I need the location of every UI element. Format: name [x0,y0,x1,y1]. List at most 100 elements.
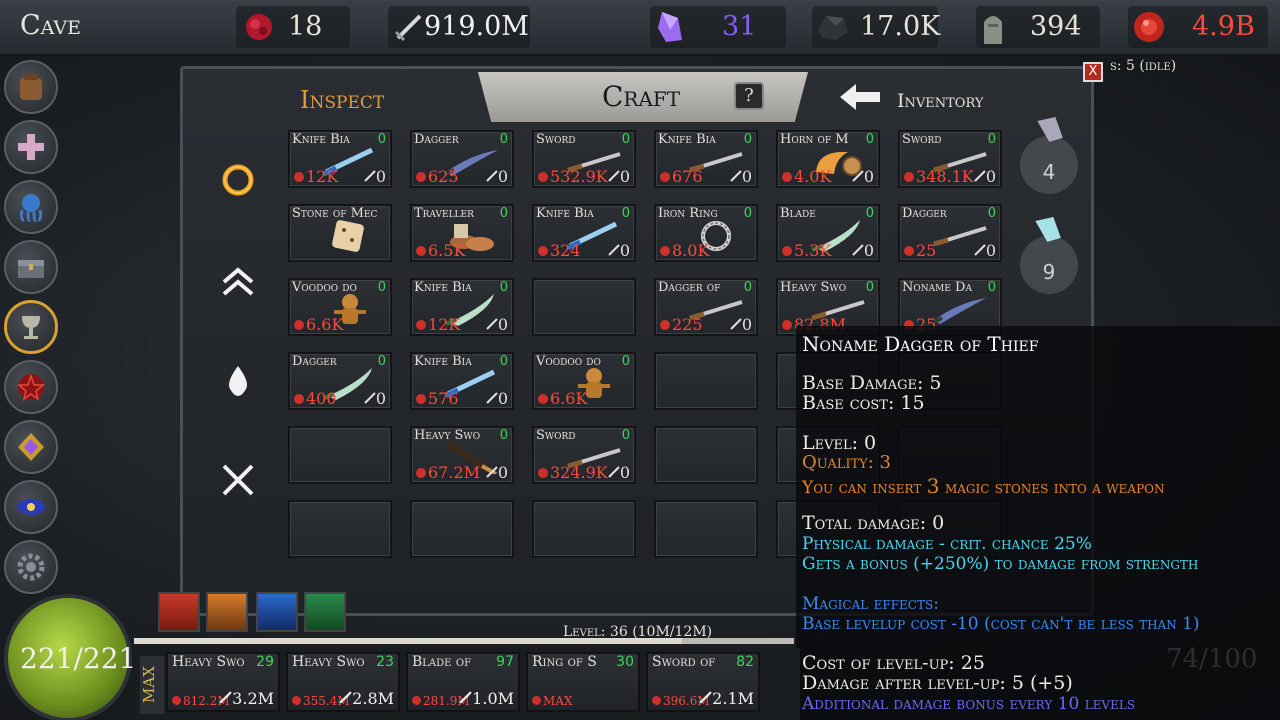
slot-item-name: Voodoo do [292,280,357,295]
slot-item-cost: 4.0K [782,167,831,186]
craft-slot[interactable]: Dagger 0 400 0 [288,352,392,410]
sidebar-item-settings[interactable] [4,540,58,594]
empty-craft-slot[interactable] [532,500,636,558]
slot-item-damage-value: 0 [497,463,508,482]
hotbar-item-damage-value: 3.2M [232,689,274,708]
craft-slot[interactable]: Horn of M 0 4.0K 0 [776,130,880,188]
slot-item-name: Sword [536,428,576,443]
slot-item-level: 0 [987,206,996,221]
hotbar-item-level: 97 [496,654,514,670]
empty-craft-slot[interactable] [654,500,758,558]
gear-icon [17,553,45,581]
hotbar-item-name: Heavy Swo [292,654,365,670]
tab-inventory[interactable]: Inventory [897,90,983,112]
status-text: s: 5 (idle) [1110,58,1177,74]
craft-slot[interactable]: Knife Bia 0 324 0 [532,204,636,262]
empty-craft-slot[interactable] [288,426,392,484]
tooltip-magical-header: Magical effects: [802,594,939,614]
slot-item-damage-value: 0 [863,167,874,186]
slot-item-name: Dagger [292,354,337,369]
hotbar-item-damage-value: 2.8M [352,689,394,708]
hotbar-slot[interactable]: Ring of S 30 MAX [526,652,640,712]
hotbar-item-damage: 2.1M [699,689,754,708]
craft-slot[interactable]: Knife Bia 0 12K 0 [410,278,514,336]
slot-item-name: Knife Bia [292,132,350,147]
close-button[interactable]: X [1083,62,1103,82]
craft-slot[interactable]: Knife Bia 0 12K 0 [288,130,392,188]
ring-icon[interactable] [220,162,256,198]
slot-item-damage-value: 0 [375,167,386,186]
craft-slot[interactable]: Dagger 0 25 0 [898,204,1002,262]
empty-craft-slot[interactable] [532,278,636,336]
slot-item-name: Sword [536,132,576,147]
max-label[interactable]: MAX [140,656,164,714]
craft-slot[interactable]: Stone of Mec [288,204,392,262]
sidebar-item-galaxy[interactable] [4,480,58,534]
slot-item-damage-value: 0 [985,167,996,186]
slot-item-cost: 324.9K [538,463,608,482]
craft-slot[interactable]: Dagger 0 625 0 [410,130,514,188]
small-sword-icon [852,244,864,256]
slot-item-cost: 576 [416,389,459,408]
hotbar-slot[interactable]: Heavy Swo 29 812.2M 3.2M [166,652,280,712]
red-orb-value: 4.9B [1192,11,1255,42]
back-arrow-icon[interactable] [838,82,882,120]
craft-slot[interactable]: Sword 0 532.9K 0 [532,130,636,188]
craft-slot[interactable]: Knife Bia 0 676 0 [654,130,758,188]
slot-item-cost: 8.0K [660,241,709,260]
slot-item-level: 0 [499,206,508,221]
drop-icon[interactable] [220,362,256,398]
craft-slot[interactable]: Iron Ring 0 8.0K [654,204,758,262]
slot-item-name: Knife Bia [536,206,594,221]
slot-item-name: Heavy Swo [414,428,481,443]
craft-slot[interactable]: Sword 0 324.9K 0 [532,426,636,484]
empty-craft-slot[interactable] [654,352,758,410]
upgrade-chevrons-icon[interactable] [220,264,256,300]
slot-item-damage-value: 0 [497,389,508,408]
tab-inspect[interactable]: Inspect [300,86,384,114]
hotbar-slot[interactable]: Sword of 82 396.6M 2.1M [646,652,760,712]
hotbar-slot[interactable]: Blade of 97 281.9M 1.0M [406,652,520,712]
crystal-value: 31 [722,11,757,42]
small-sword-icon [852,170,864,182]
craft-slot[interactable]: Knife Bia 0 576 0 [410,352,514,410]
slot-item-damage: 0 [608,167,630,186]
sidebar-item-chest[interactable] [4,240,58,294]
craft-slot[interactable]: Voodoo do 0 6.6K [288,278,392,336]
slot-item-damage-value: 0 [619,463,630,482]
craft-slot[interactable]: Sword 0 348.1K 0 [898,130,1002,188]
sidebar-item-craft[interactable] [4,300,58,354]
slot-item-level: 0 [377,132,386,147]
slot-item-damage: 0 [730,167,752,186]
help-button[interactable]: ? [734,82,764,110]
slot-item-damage: 0 [486,315,508,334]
empty-craft-slot[interactable] [410,500,514,558]
small-sword-icon [974,170,986,182]
slot-item-damage-value: 0 [375,389,386,408]
craft-slot[interactable]: Blade 0 5.3K 0 [776,204,880,262]
small-sword-icon [364,170,376,182]
slot-item-name: Voodoo do [536,354,601,369]
sidebar-item-ritual[interactable] [4,360,58,414]
sidebar-item-gems[interactable] [4,420,58,474]
hotbar-item-damage: 2.8M [339,689,394,708]
craft-slot[interactable]: Heavy Swo 0 67.2M 0 [410,426,514,484]
sidebar-item-temple[interactable] [4,120,58,174]
x-icon[interactable] [220,462,256,498]
ore-value: 17.0K [860,11,941,42]
stone-count: 4 [1042,160,1056,184]
hotbar-item-name: Heavy Swo [172,654,245,670]
craft-slot[interactable]: Traveller 0 6.5K [410,204,514,262]
sidebar-item-monsters[interactable] [4,180,58,234]
slot-item-cost: 12K [294,167,338,186]
hotbar-slot[interactable]: Heavy Swo 23 355.4M 2.8M [286,652,400,712]
craft-slot[interactable]: Voodoo do 0 6.6K [532,352,636,410]
empty-craft-slot[interactable] [288,500,392,558]
slot-item-level: 0 [499,428,508,443]
small-sword-icon [974,244,986,256]
slot-item-name: Knife Bia [414,354,472,369]
sidebar-item-inventory[interactable] [4,60,58,114]
hotbar-item-level: 29 [256,654,274,670]
craft-slot[interactable]: Dagger of 0 225 0 [654,278,758,336]
empty-craft-slot[interactable] [654,426,758,484]
